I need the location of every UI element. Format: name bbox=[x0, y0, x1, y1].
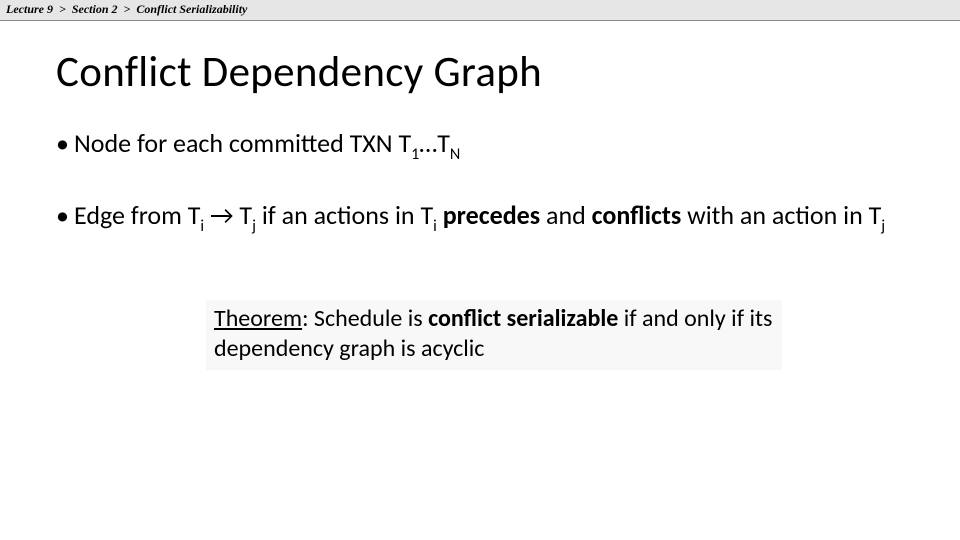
breadcrumb-sep: > bbox=[59, 2, 66, 16]
breadcrumb: Lecture 9 > Section 2 > Conflict Seriali… bbox=[0, 0, 960, 21]
arrow-icon: → T bbox=[204, 199, 252, 231]
theorem-box: Theorem: Schedule is conflict serializab… bbox=[206, 300, 782, 370]
bullet-text: …T bbox=[419, 127, 450, 159]
breadcrumb-lecture: Lecture 9 bbox=[6, 2, 53, 16]
subscript-i: i bbox=[433, 217, 437, 236]
subscript-1: 1 bbox=[411, 145, 419, 164]
bullet-text: if an actions in T bbox=[256, 199, 433, 231]
bullet-text: with an action in T bbox=[681, 199, 881, 231]
bullet-text: Node for each committed TXN T bbox=[74, 127, 411, 159]
bullet-node: •Node for each committed TXN T1…TN bbox=[56, 128, 904, 164]
bullet-dot-icon: • bbox=[56, 200, 74, 232]
subscript-j: j bbox=[881, 217, 885, 236]
theorem-label: Theorem bbox=[214, 304, 302, 333]
bullet-text: Edge from T bbox=[74, 199, 200, 231]
subscript-n: N bbox=[450, 145, 460, 164]
bullet-text: and bbox=[540, 199, 592, 231]
page-title: Conflict Dependency Graph bbox=[56, 45, 904, 98]
kw-precedes: precedes bbox=[443, 199, 540, 231]
kw-conflicts: conflicts bbox=[592, 199, 682, 231]
subscript-j: j bbox=[252, 217, 256, 236]
kw-conflict-serializable: conflict serializable bbox=[428, 304, 618, 333]
theorem-text: : Schedule is bbox=[302, 304, 428, 333]
bullet-dot-icon: • bbox=[56, 128, 74, 160]
breadcrumb-section: Section 2 bbox=[72, 2, 118, 16]
breadcrumb-sep: > bbox=[124, 2, 131, 16]
slide-content: Conflict Dependency Graph •Node for each… bbox=[0, 21, 960, 370]
subscript-i: i bbox=[200, 217, 204, 236]
bullet-edge: •Edge from Ti → Tj if an actions in Ti p… bbox=[56, 200, 904, 236]
breadcrumb-topic: Conflict Serializability bbox=[136, 2, 247, 16]
